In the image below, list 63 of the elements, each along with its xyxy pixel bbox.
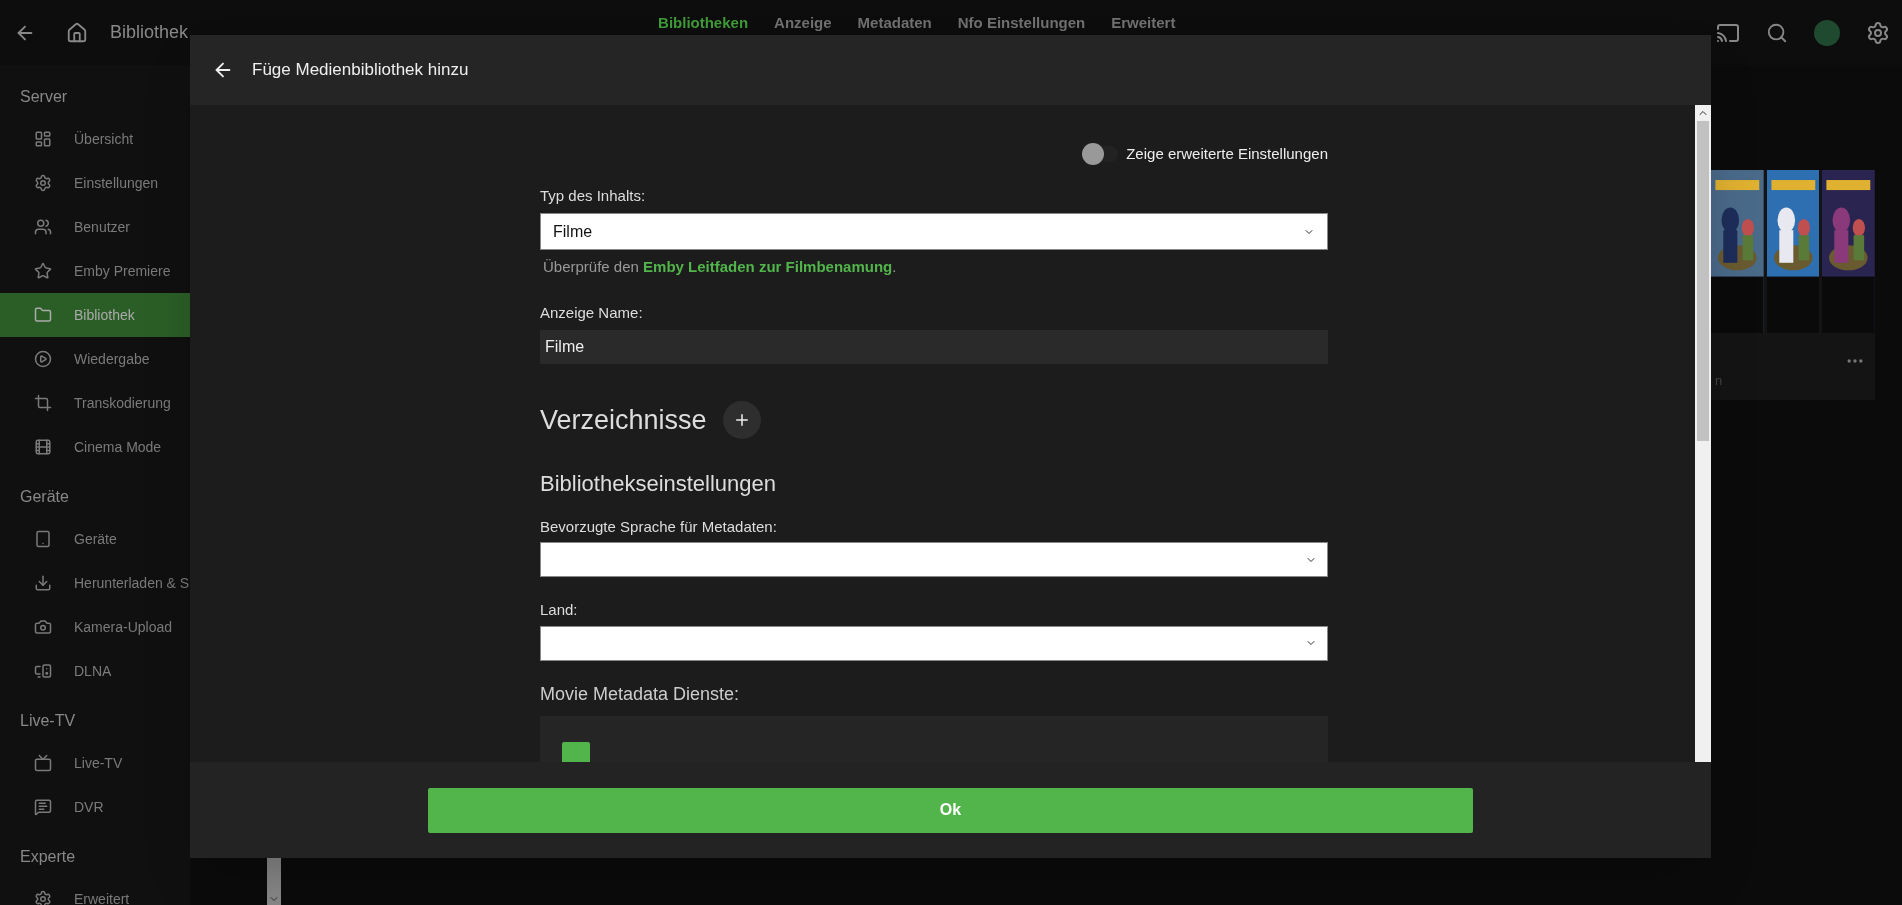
scrollbar[interactable]	[1695, 105, 1711, 762]
play-icon	[34, 350, 52, 368]
folder-icon	[34, 306, 52, 324]
section-heading: Bibliothekseinstellungen	[540, 469, 778, 498]
field-label: Land:	[540, 600, 579, 620]
sidebar-item[interactable]: Kamera-Upload	[0, 605, 190, 649]
home-icon[interactable]	[66, 21, 88, 44]
sidebar-item[interactable]: Erweitert	[0, 877, 190, 905]
sidebar-item[interactable]: Bibliothek	[0, 293, 190, 337]
sidebar-item[interactable]: Einstellungen	[0, 161, 190, 205]
field-label: Anzeige Name:	[540, 302, 644, 323]
sidebar-item[interactable]: Cinema Mode	[0, 425, 190, 469]
sidebar-item[interactable]: DVR	[0, 785, 190, 829]
tab[interactable]: Nfo Einstellungen	[957, 12, 1086, 35]
star-icon	[34, 262, 52, 280]
tab[interactable]: Metadaten	[857, 12, 932, 35]
section-title: Server	[19, 87, 69, 107]
page-title: Bibliothek	[110, 21, 189, 44]
field-label: Typ des Inhalts:	[540, 185, 647, 206]
sidebar-item[interactable]: Übersicht	[0, 117, 190, 161]
dialog-title: Füge Medienbibliothek hinzu	[252, 59, 469, 82]
film-icon	[34, 438, 52, 456]
sidebar-item[interactable]: Live-TV	[0, 741, 190, 785]
section-title: Geräte	[19, 487, 70, 507]
content-type-select[interactable]: Filme	[540, 213, 1328, 250]
settings-icon	[34, 174, 52, 192]
ok-button[interactable]: Ok	[428, 787, 1473, 833]
camera-icon	[34, 618, 52, 636]
help-text: Überprüfe den Emby Leitfaden zur Filmbenamung.	[543, 257, 898, 277]
sidebar-item[interactable]: Emby Premiere	[0, 249, 190, 293]
scrollbar[interactable]	[267, 858, 281, 905]
field-label: Bevorzugte Sprache für Metadaten:	[540, 516, 778, 537]
sidebar-item[interactable]: Benutzer	[0, 205, 190, 249]
tv-icon	[34, 754, 52, 772]
toggle-switch[interactable]	[1082, 146, 1119, 163]
section-title: Live-TV	[19, 711, 77, 731]
settings-icon	[34, 890, 52, 905]
language-select[interactable]	[540, 542, 1328, 577]
section-title: Experte	[19, 847, 77, 867]
download-icon	[34, 574, 52, 592]
toggle-label: Zeige erweiterte Einstellungen	[1126, 144, 1328, 164]
tab[interactable]: Erweitert	[1111, 12, 1176, 35]
sidebar-item[interactable]: DLNA	[0, 649, 190, 693]
display-name-field[interactable]: Filme	[540, 330, 1328, 364]
naming-guide-link[interactable]: Emby Leitfaden zur Filmbenamung	[643, 258, 893, 275]
field-label: Movie Metadata Dienste:	[540, 682, 741, 706]
add-button[interactable]	[722, 401, 761, 440]
monitor-icon	[34, 662, 52, 680]
country-select[interactable]	[540, 625, 1328, 661]
section-heading: Verzeichnisse	[540, 404, 707, 437]
tab[interactable]: Bibliotheken	[658, 12, 749, 35]
sidebar-item[interactable]: Herunterladen & S	[0, 561, 190, 605]
crop-icon	[34, 394, 52, 412]
sidebar-item[interactable]: Geräte	[0, 517, 190, 561]
device-icon	[34, 530, 52, 548]
tab[interactable]: Anzeige	[774, 12, 832, 35]
search-icon[interactable]	[1766, 21, 1788, 44]
checkbox[interactable]	[562, 741, 590, 762]
sidebar-item[interactable]: Wiedergabe	[0, 337, 190, 381]
users-icon	[34, 218, 52, 236]
sidebar-item[interactable]: Transkodierung	[0, 381, 190, 425]
dashboard-icon	[34, 130, 52, 148]
settings-icon[interactable]	[1866, 20, 1890, 45]
